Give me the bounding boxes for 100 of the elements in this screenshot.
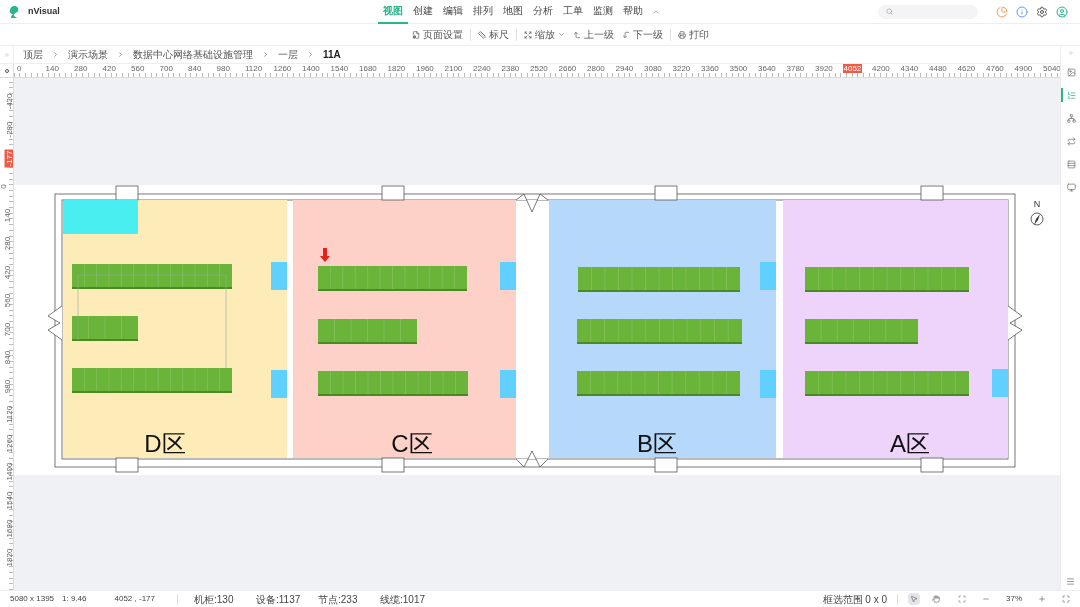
monitor-icon: [1067, 182, 1076, 192]
menu-tab[interactable]: 帮助: [618, 0, 648, 24]
ruler-label: 1680: [358, 64, 378, 73]
rack-row[interactable]: [805, 318, 918, 345]
rack-row[interactable]: [72, 263, 232, 290]
status-text: 5080 x 1395: [10, 593, 55, 605]
toolbar-button[interactable]: 下一级: [617, 27, 667, 42]
list-icon: [1067, 90, 1076, 100]
toolbar-button[interactable]: 缩放: [519, 27, 569, 42]
rack-row[interactable]: [805, 266, 969, 293]
status-text: 1: 9.46: [62, 593, 87, 605]
corridor-door: [515, 193, 549, 213]
status-count: 线缆:1017: [380, 592, 427, 607]
ruler-label: -280: [4, 120, 13, 139]
ruler-label: 1540: [5, 490, 13, 511]
expand-icon: [523, 30, 532, 39]
ruler-label: 3080: [643, 64, 663, 73]
menu-tab[interactable]: 地图: [498, 0, 528, 24]
rows-icon: [1067, 159, 1076, 169]
menu-tab[interactable]: 编辑: [438, 0, 468, 24]
ruler-label: 2100: [443, 64, 464, 73]
swap-icon: [1067, 136, 1076, 146]
ruler-label: 700: [3, 321, 13, 337]
info-icon[interactable]: [1016, 5, 1028, 18]
rack-row[interactable]: [318, 370, 468, 397]
rack-row[interactable]: [72, 315, 138, 342]
zoom-out-icon[interactable]: [982, 595, 990, 603]
status-text: 4052 , -177: [114, 593, 155, 605]
ruler-label: 1120: [244, 64, 264, 73]
ruler-label: 980: [3, 378, 13, 394]
menu-tab[interactable]: 排列: [468, 0, 498, 24]
ruler-label: 280: [73, 64, 89, 73]
ruler-label: 560: [130, 64, 146, 73]
ruler-label: 4620: [956, 64, 977, 73]
chevron-right-icon: [307, 51, 314, 58]
ruler-label: 3640: [757, 64, 777, 73]
pointer-tool[interactable]: [908, 593, 920, 605]
menu-tab[interactable]: 创建: [408, 0, 438, 24]
zoom-level: 37%: [1006, 593, 1022, 605]
settings-icon[interactable]: [1036, 5, 1048, 18]
rack-row[interactable]: [577, 318, 742, 345]
rack-row[interactable]: [318, 318, 417, 345]
rack-row[interactable]: [577, 370, 740, 397]
ruler-label: -177: [4, 149, 13, 168]
breadcrumb-link[interactable]: 演示场景: [68, 47, 108, 62]
ruler-label: 420: [101, 64, 117, 73]
breadcrumb-link[interactable]: 11A: [323, 47, 341, 62]
ruler-label: 3220: [671, 64, 692, 73]
zoom-in-icon[interactable]: [1038, 595, 1046, 603]
pie-chart-icon[interactable]: [996, 5, 1008, 18]
ruler-label: 560: [3, 293, 13, 309]
status-count: 设备:1137: [256, 592, 302, 607]
rack-row[interactable]: [578, 266, 740, 293]
breadcrumb-link[interactable]: 一层: [278, 47, 298, 62]
ruler-label: 4480: [928, 64, 948, 73]
search-field[interactable]: [878, 4, 978, 19]
expand-icon[interactable]: [1067, 50, 1074, 56]
ruler-label: 1400: [301, 64, 321, 73]
toolbar-button[interactable]: 标尺: [473, 27, 513, 42]
user-icon[interactable]: [1056, 5, 1068, 18]
chevron-right-icon: [262, 51, 269, 58]
rack-row[interactable]: [805, 370, 969, 397]
ruler-label: 4760: [985, 64, 1005, 73]
menu-tab[interactable]: 分析: [528, 0, 558, 24]
caret-icon: [557, 31, 565, 38]
ruler-label: 980: [215, 64, 231, 73]
zone-label: B区: [637, 430, 677, 457]
ruler-label: 2380: [500, 64, 521, 73]
ruler-label: 1820: [5, 547, 13, 568]
ruler-label: 1960: [415, 64, 435, 73]
fit-screen-icon[interactable]: [958, 595, 966, 603]
menu-tab[interactable]: 工单: [558, 0, 588, 24]
rack-row[interactable]: [72, 367, 232, 394]
ruler-label: 1260: [5, 433, 13, 454]
menu-tab[interactable]: 监测: [588, 0, 618, 24]
toolbar-button[interactable]: 上一级: [568, 27, 618, 42]
selection-size: 框选范围 0 x 0: [822, 592, 887, 607]
chevron-right-icon: [52, 51, 59, 58]
ruler-label: 280: [3, 236, 13, 252]
toolbar-button[interactable]: 页面设置: [407, 27, 467, 42]
ruler-label: 2800: [586, 64, 606, 73]
rack-row[interactable]: [318, 265, 467, 292]
network-icon: [1067, 113, 1076, 123]
hand-tool[interactable]: [930, 593, 942, 605]
menu-icon[interactable]: [1066, 577, 1075, 586]
breadcrumb-link[interactable]: 数据中心网络基础设施管理: [133, 47, 253, 62]
ruler-label: 700: [158, 64, 174, 73]
zone-label: A区: [890, 430, 930, 457]
ruler-label: 2520: [529, 64, 549, 73]
printer-icon: [677, 30, 686, 39]
breadcrumb-link[interactable]: 顶层: [23, 47, 43, 62]
logo-icon: [8, 4, 20, 19]
toolbar-button[interactable]: 打印: [673, 27, 713, 42]
ruler-label: 4052: [842, 64, 863, 73]
ruler-label: 4900: [1013, 64, 1034, 73]
expand-icon[interactable]: [3, 51, 10, 58]
chevron-right-icon: [117, 51, 124, 58]
ruler-label: 1120: [5, 405, 13, 425]
ruler-label: 1540: [329, 64, 350, 73]
fullscreen-icon[interactable]: [1062, 595, 1070, 603]
